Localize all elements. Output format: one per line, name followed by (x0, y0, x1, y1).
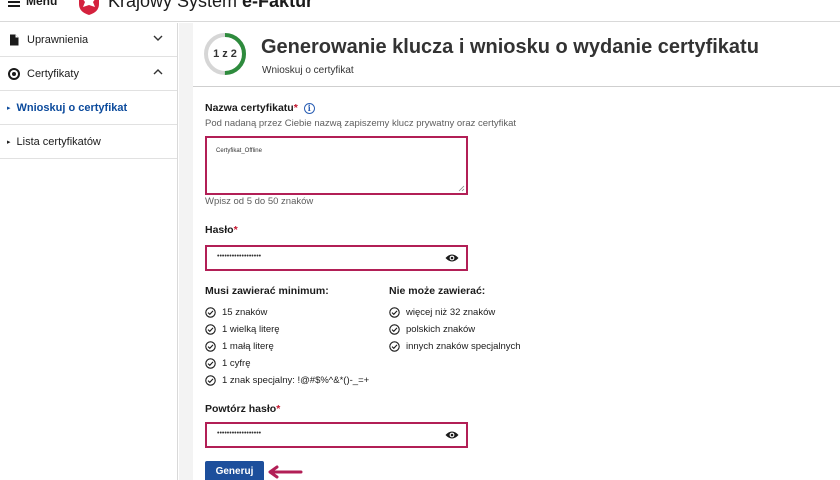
check-circle-icon (389, 307, 400, 318)
cert-name-value: Certyfikat_Offline (216, 148, 262, 154)
content-gutter (179, 23, 193, 480)
main-content: 1 z 2 Generowanie klucza i wniosku o wyd… (193, 23, 840, 480)
required-mark: * (233, 224, 238, 236)
page-header: 1 z 2 Generowanie klucza i wniosku o wyd… (193, 23, 840, 87)
sidebar-item-label: Uprawnienia (27, 33, 89, 46)
arrow-left-icon (268, 465, 303, 479)
menu-label: Menu (26, 0, 58, 8)
requirement-item: 1 wielką literę (205, 321, 369, 338)
check-circle-icon (205, 341, 216, 352)
password-field[interactable]: •••••••••••••••••• (205, 245, 468, 271)
eagle-emblem-icon (79, 0, 99, 15)
certificate-icon (8, 67, 20, 80)
sidebar-item-uprawnienia[interactable]: Uprawnienia (0, 23, 177, 57)
must-contain-list: 15 znaków 1 wielką literę 1 małą literę … (205, 304, 369, 389)
check-circle-icon (205, 375, 216, 386)
sidebar: Uprawnienia Certyfikaty ▸ Wnioskuj o cer… (0, 23, 178, 480)
check-circle-icon (205, 358, 216, 369)
sidebar-subitem-label: Lista certyfikatów (16, 135, 101, 148)
cert-name-hint: Pod nadaną przez Ciebie nazwą zapiszemy … (205, 118, 517, 129)
eye-icon[interactable] (445, 253, 459, 263)
repeat-password-value: •••••••••••••••••• (217, 430, 262, 437)
cannot-contain-title: Nie może zawierać: (389, 285, 486, 297)
bullet-icon: ▸ (7, 138, 11, 146)
cert-name-label: Nazwa certyfikatu* i (205, 102, 315, 114)
page-subtitle: Wnioskuj o certyfikat (262, 65, 354, 76)
requirement-item: 1 małą literę (205, 338, 369, 355)
page-title: Generowanie klucza i wniosku o wydanie c… (261, 36, 759, 58)
menu-button[interactable]: Menu (8, 0, 57, 8)
generate-button[interactable]: Generuj (205, 461, 264, 480)
info-icon[interactable]: i (303, 103, 315, 114)
requirement-item: 1 cyfrę (205, 355, 369, 372)
requirement-item: 15 znaków (205, 304, 369, 321)
document-icon (10, 34, 19, 45)
check-circle-icon (389, 341, 400, 352)
resize-handle-icon[interactable] (458, 185, 465, 192)
restriction-item: innych znaków specjalnych (389, 338, 521, 355)
step-label: 1 z 2 (213, 48, 237, 60)
cannot-contain-list: więcej niż 32 znaków polskich znaków inn… (389, 304, 521, 355)
sidebar-subitem-wnioskuj[interactable]: ▸ Wnioskuj o certyfikat (0, 91, 177, 125)
password-label: Hasło* (205, 224, 238, 236)
sidebar-item-label: Certyfikaty (27, 67, 79, 80)
sidebar-subitem-label: Wnioskuj o certyfikat (16, 101, 128, 114)
required-mark: * (276, 403, 281, 415)
check-circle-icon (205, 324, 216, 335)
password-value: •••••••••••••••••• (217, 253, 262, 260)
must-contain-title: Musi zawierać minimum: (205, 285, 329, 297)
step-indicator: 1 z 2 (203, 32, 247, 76)
cert-name-textarea[interactable]: Certyfikat_Offline (205, 136, 468, 195)
sidebar-item-certyfikaty[interactable]: Certyfikaty (0, 57, 177, 91)
required-mark: * (293, 102, 298, 114)
check-circle-icon (389, 324, 400, 335)
chevron-up-icon (153, 69, 163, 75)
restriction-item: więcej niż 32 znaków (389, 304, 521, 321)
sidebar-subitem-lista[interactable]: ▸ Lista certyfikatów (0, 125, 177, 159)
repeat-password-field[interactable]: •••••••••••••••••• (205, 422, 468, 448)
cert-name-constraint: Wpisz od 5 do 50 znaków (205, 196, 314, 207)
top-bar: Menu Krajowy System e-Faktur (0, 0, 840, 22)
requirement-item: 1 znak specjalny: !@#$%^&*()-_=+ (205, 372, 369, 389)
check-circle-icon (205, 307, 216, 318)
repeat-password-label: Powtórz hasło* (205, 403, 281, 415)
restriction-item: polskich znaków (389, 321, 521, 338)
eye-icon[interactable] (445, 430, 459, 440)
hamburger-icon (8, 0, 20, 7)
bullet-icon: ▸ (7, 104, 11, 112)
chevron-down-icon (153, 35, 163, 41)
brand-title[interactable]: Krajowy System e-Faktur (108, 0, 313, 12)
